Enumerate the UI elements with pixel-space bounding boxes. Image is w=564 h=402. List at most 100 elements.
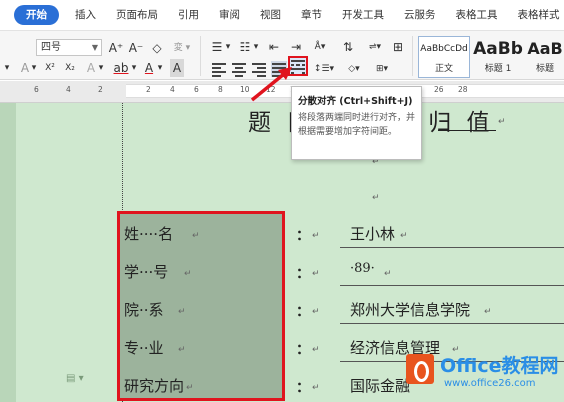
paragraph-mark: ↵ [384,269,392,279]
clear-format-button[interactable]: ◇ [150,39,164,57]
chevron-down-icon: ▾ [157,63,163,73]
subscript-button[interactable]: X₂ [62,59,78,77]
paragraph-mark: ↵ [186,383,194,393]
show-hide-marks-icon[interactable]: ⇌▾ [364,38,386,56]
field-label-id: 学···号 [124,263,169,281]
paragraph-mark: ↵ [312,383,320,393]
paragraph-mark: ↵ [178,345,186,355]
char-shading-button[interactable]: A [170,59,184,77]
ruler-number: 26 [434,85,444,94]
field-value-name: 王小林 [350,225,396,243]
ruler-number: 6 [194,85,199,94]
style-sample: AaBb [473,39,523,59]
chinese-layout-icon[interactable]: Å▾ [310,38,330,56]
style-heading-1[interactable]: AaBb 标题 1 [472,36,524,78]
highlight-button[interactable]: ab [112,59,130,77]
field-colon: ： [296,228,310,244]
title-underline [438,130,496,131]
style-normal[interactable]: AaBbCcDd 正文 [418,36,470,78]
chevron-down-icon: ▾ [98,63,104,73]
page-gutter [0,103,16,402]
font-size-value: 四号 [41,42,61,53]
tab-table-tools[interactable]: 表格工具 [446,0,508,30]
shading-icon[interactable]: ◇▾ [342,60,366,78]
tab-page-layout[interactable]: 页面布局 [106,0,168,30]
font-color-dropdown-icon[interactable]: ▾ [0,59,14,77]
ruler-number: 4 [170,85,175,94]
tab-references[interactable]: 引用 [168,0,209,30]
field-colon: ： [296,342,310,358]
borders-icon[interactable]: ⊞▾ [370,60,394,78]
tab-insert[interactable]: 插入 [65,0,106,30]
align-left-icon[interactable] [212,62,227,77]
toolbar-divider [200,36,201,76]
office26-watermark: Office教程网 www.office26.com [404,350,564,398]
sort-icon[interactable]: ⇅ [340,38,356,56]
align-center-icon[interactable] [232,62,247,77]
tab-view[interactable]: 视图 [250,0,291,30]
distributed-align-tooltip: 分散对齐 (Ctrl+Shift+J) 将段落两端同时进行对齐，并根据需要增加字… [291,86,422,160]
tab-cloud-service[interactable]: 云服务 [394,0,446,30]
field-label-research: 研究方向 [124,377,185,395]
paragraph-mark: ↵ [372,193,380,203]
chevron-down-icon: ▾ [31,63,37,73]
shrink-font-button[interactable]: A⁻ [128,39,144,57]
tooltip-title: 分散对齐 (Ctrl+Shift+J) [298,96,413,107]
field-value-department: 郑州大学信息学院 [350,301,471,319]
field-label-major: 专··业 [124,339,164,357]
tab-review[interactable]: 审阅 [209,0,250,30]
field-underline [340,285,564,286]
increase-indent-icon[interactable]: ⇥ [288,38,304,56]
field-colon: ： [296,380,310,396]
paragraph-mark: ↵ [498,117,506,127]
field-colon: ： [296,304,310,320]
style-sample: AaBbCcDd [420,44,468,54]
font-color-button[interactable]: A [142,59,156,77]
tab-home[interactable]: 开始 [14,5,59,25]
ruler-number: 2 [146,85,151,94]
paragraph-mark: ↵ [178,307,186,317]
chevron-down-icon: ▼ [91,43,98,52]
superscript-button[interactable]: X² [42,59,58,77]
text-effect-button[interactable]: A [84,59,98,77]
ribbon-tab-bar: 开始 插入 页面布局 引用 审阅 视图 章节 开发工具 云服务 表格工具 表格样… [0,0,564,30]
style-sample: AaB [527,39,563,58]
ruler-number: 8 [218,85,223,94]
ruler-number: 4 [66,85,71,94]
field-label-department: 院··系 [124,301,164,319]
tooltip-description: 将段落两端同时进行对齐，并根据需要增加字符间距。 [298,113,416,137]
paragraph-mark: ↵ [192,231,200,241]
paragraph-mark: ↵ [184,269,192,279]
ruler-number: 28 [458,85,468,94]
decrease-indent-icon[interactable]: ⇤ [266,38,282,56]
field-value-research: 国际金融 [350,377,411,395]
field-underline [340,323,564,324]
ruler-number: 2 [98,85,103,94]
style-label: 正文 [434,64,453,74]
chevron-down-icon: ▾ [131,63,137,73]
field-colon: ： [296,266,310,282]
watermark-url: www.office26.com [444,378,536,389]
phonetic-guide-button[interactable]: 変 ▾ [170,39,194,57]
chevron-down-icon: ▾ [225,42,231,52]
toolbar-divider [412,36,413,76]
paragraph-mark: ↵ [400,231,408,241]
paragraph-mark: ↵ [312,307,320,317]
paragraph-mark: ↵ [312,345,320,355]
field-underline [340,247,564,248]
tab-developer[interactable]: 开发工具 [332,0,394,30]
font-size-select[interactable]: 四号 ▼ [36,39,102,56]
paragraph-mark: ↵ [484,307,492,317]
tab-table-style[interactable]: 表格样式 [508,0,564,30]
style-heading[interactable]: AaB 标题 [526,36,564,78]
style-label: 标题 [535,64,554,74]
style-label: 标题 1 [484,64,512,74]
tab-section[interactable]: 章节 [291,0,332,30]
grow-font-button[interactable]: A⁺ [108,39,124,57]
field-value-id: ·89· [350,261,375,276]
table-border-icon[interactable]: ⊞ [390,38,406,56]
ruler-number: 6 [34,85,39,94]
line-spacing-icon[interactable]: ↕☰▾ [312,60,336,78]
paragraph-mark: ↵ [312,269,320,279]
page-options-icon[interactable]: ▤ ▾ [66,373,84,384]
